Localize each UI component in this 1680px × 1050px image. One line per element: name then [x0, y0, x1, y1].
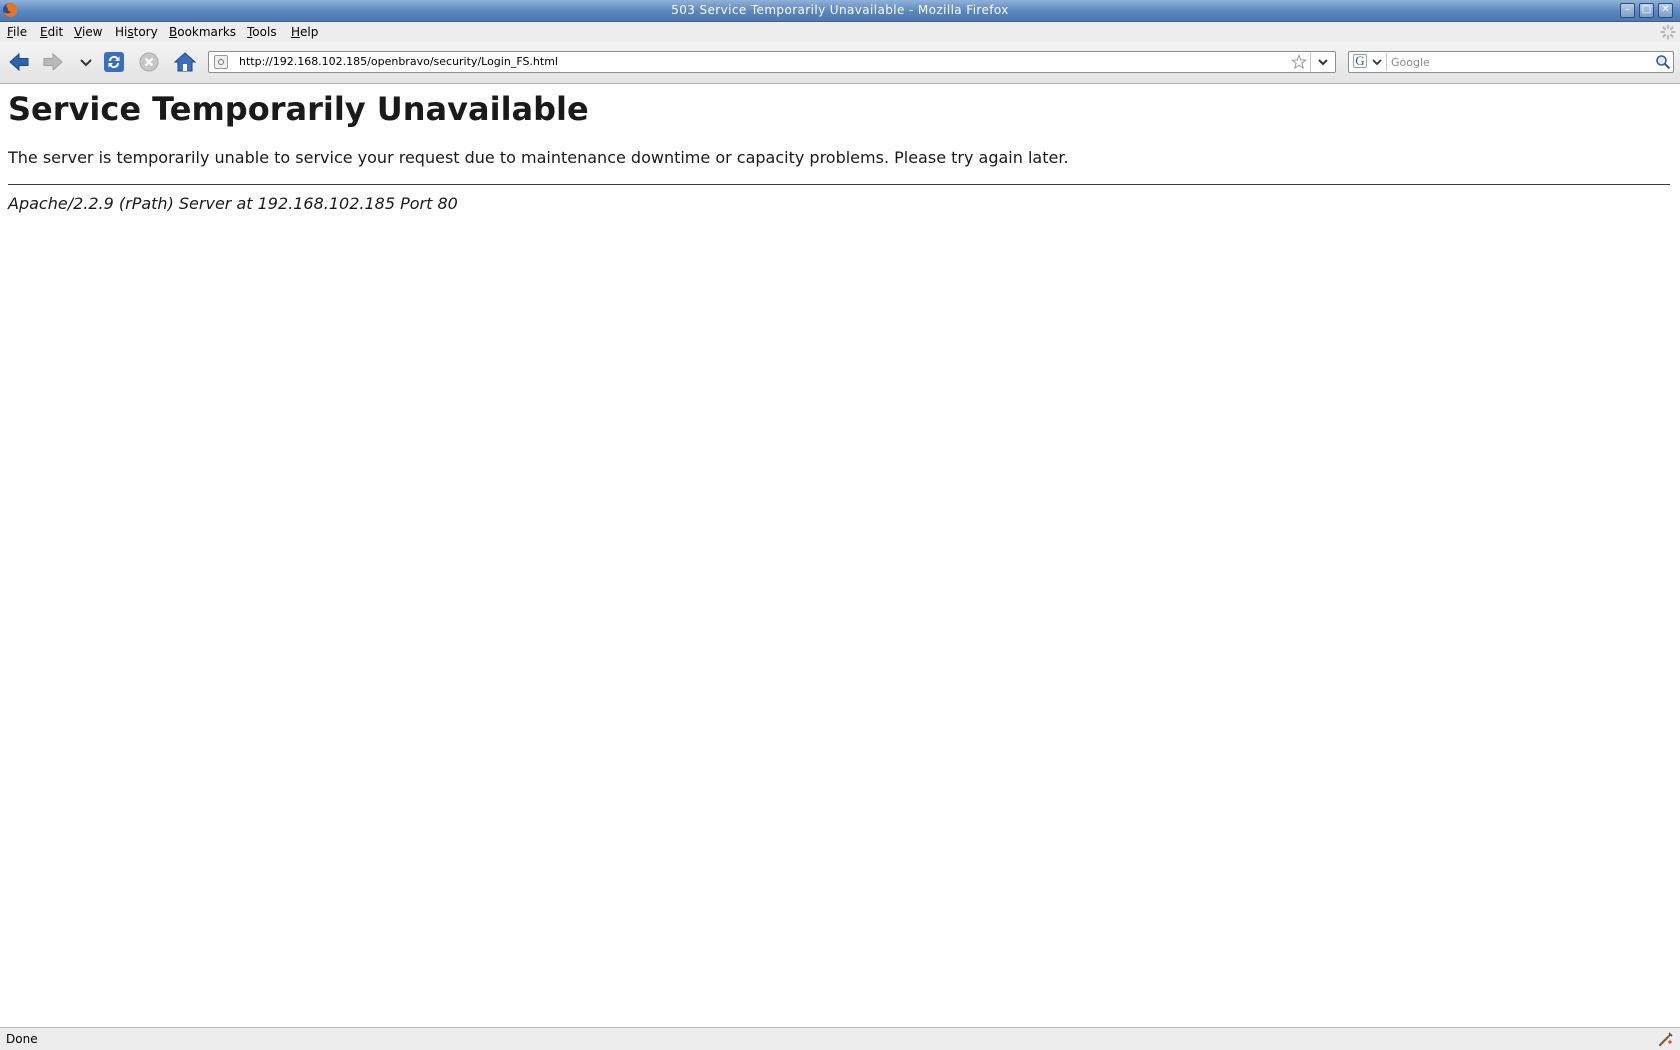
window-title: 503 Service Temporarily Unavailable - Mo…: [671, 3, 1009, 17]
stop-icon[interactable]: [137, 50, 161, 74]
minimize-button[interactable]: –: [1620, 3, 1635, 18]
home-icon[interactable]: [173, 50, 197, 74]
throbber-icon: [1660, 24, 1676, 40]
divider: [8, 184, 1670, 185]
search-bar[interactable]: G: [1348, 51, 1674, 73]
page-heading: Service Temporarily Unavailable: [8, 90, 589, 128]
menu-file[interactable]: File: [7, 22, 27, 42]
bookmark-star-icon[interactable]: [1291, 54, 1307, 70]
google-engine-icon: G: [1353, 54, 1367, 68]
status-text: Done: [6, 1032, 38, 1046]
search-input[interactable]: [1391, 52, 1641, 72]
search-engine-selector[interactable]: G: [1350, 53, 1387, 71]
firefox-icon: [3, 2, 18, 17]
menu-history[interactable]: History: [115, 22, 158, 42]
error-message: The server is temporarily unable to serv…: [8, 148, 1069, 167]
engine-dropdown-chevron-icon: [1372, 59, 1382, 66]
menu-edit[interactable]: Edit: [40, 22, 63, 42]
close-window-button[interactable]: ✕: [1658, 3, 1673, 18]
back-arrow-icon[interactable]: [7, 50, 31, 74]
site-identity-icon[interactable]: [214, 55, 228, 69]
menu-bookmarks[interactable]: Bookmarks: [169, 22, 236, 42]
address-bar[interactable]: [208, 51, 1336, 73]
menu-help[interactable]: Help: [291, 22, 318, 42]
window-titlebar: 503 Service Temporarily Unavailable - Mo…: [0, 0, 1680, 22]
addon-tools-icon[interactable]: [1658, 1031, 1674, 1047]
url-input[interactable]: [239, 52, 1239, 72]
forward-arrow-icon[interactable]: [41, 50, 65, 74]
status-bar: Done: [0, 1027, 1680, 1050]
page-content: Service Temporarily Unavailable The serv…: [0, 84, 1680, 1028]
search-magnifier-icon[interactable]: [1655, 54, 1671, 70]
url-history-dropdown-icon[interactable]: [1310, 52, 1335, 72]
reload-icon[interactable]: [102, 50, 126, 74]
navigation-toolbar: G: [0, 42, 1680, 84]
server-signature: Apache/2.2.9 (rPath) Server at 192.168.1…: [8, 194, 458, 213]
maximize-button[interactable]: □: [1639, 3, 1654, 18]
menu-bar: File Edit View History Bookmarks Tools H…: [0, 22, 1680, 42]
menu-view[interactable]: View: [74, 22, 102, 42]
history-dropdown-chevron-icon[interactable]: [74, 50, 98, 74]
menu-tools[interactable]: Tools: [247, 22, 277, 42]
